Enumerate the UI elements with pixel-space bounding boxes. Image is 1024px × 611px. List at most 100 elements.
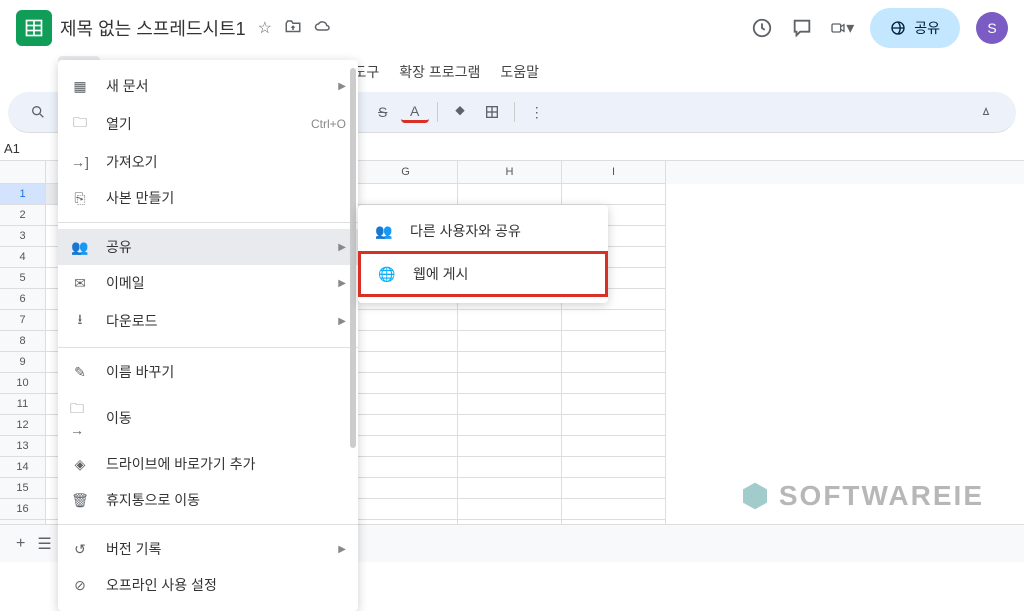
row-header[interactable]: 5: [0, 268, 46, 289]
row-header[interactable]: 15: [0, 478, 46, 499]
menu-item[interactable]: ⎘ 사본 만들기: [58, 180, 358, 216]
borders-button[interactable]: [478, 98, 506, 126]
cloud-status-icon[interactable]: [314, 18, 332, 38]
cell[interactable]: [562, 310, 666, 331]
menu-item-label: 오프라인 사용 설정: [106, 575, 346, 595]
row-header[interactable]: 13: [0, 436, 46, 457]
cell[interactable]: [458, 184, 562, 205]
menu-item-label: 다운로드: [106, 311, 322, 331]
menu-help[interactable]: 도움말: [492, 56, 547, 88]
cell[interactable]: [562, 415, 666, 436]
row-header[interactable]: 4: [0, 247, 46, 268]
cell[interactable]: [562, 352, 666, 373]
cell[interactable]: [458, 394, 562, 415]
menu-item-label: 가져오기: [106, 152, 346, 172]
comment-icon[interactable]: [790, 16, 814, 40]
cell[interactable]: [354, 310, 458, 331]
menu-item[interactable]: ✎ 이름 바꾸기: [58, 354, 358, 390]
column-header[interactable]: H: [458, 161, 562, 184]
row-header[interactable]: 6: [0, 289, 46, 310]
row-header[interactable]: 7: [0, 310, 46, 331]
add-sheet-button[interactable]: +: [16, 535, 25, 553]
menu-item[interactable]: ⊘ 오프라인 사용 설정: [58, 567, 358, 603]
menu-item[interactable]: 👥 공유 ▶: [58, 229, 358, 265]
more-toolbar-button[interactable]: ⋮: [523, 98, 551, 126]
cell[interactable]: [354, 373, 458, 394]
submenu-item[interactable]: 👥 다른 사용자와 공유: [358, 211, 608, 251]
menu-item-label: 사본 만들기: [106, 188, 346, 208]
select-all-corner[interactable]: [0, 161, 46, 184]
cell[interactable]: [562, 184, 666, 205]
move-to-folder-icon[interactable]: [284, 18, 302, 38]
row-header[interactable]: 11: [0, 394, 46, 415]
history-icon[interactable]: [750, 16, 774, 40]
column-header[interactable]: G: [354, 161, 458, 184]
star-icon[interactable]: ☆: [258, 18, 272, 38]
cell[interactable]: [458, 352, 562, 373]
menu-extensions[interactable]: 확장 프로그램: [391, 56, 488, 88]
menu-item[interactable]: ⭳ 다운로드 ▶: [58, 301, 358, 341]
fill-color-button[interactable]: [446, 98, 474, 126]
cell[interactable]: [458, 457, 562, 478]
row-header[interactable]: 10: [0, 373, 46, 394]
cell[interactable]: [562, 394, 666, 415]
cell[interactable]: [458, 373, 562, 394]
cell[interactable]: [458, 415, 562, 436]
search-icon[interactable]: [24, 98, 52, 126]
text-color-button[interactable]: A: [401, 101, 429, 123]
menu-item[interactable]: 🗀→ 이동: [58, 390, 358, 446]
menu-item[interactable]: 🗑 휴지통으로 이동: [58, 482, 358, 518]
cell[interactable]: [354, 457, 458, 478]
strikethrough-button[interactable]: S: [369, 98, 397, 126]
dropdown-scrollbar[interactable]: [350, 68, 356, 448]
row-header[interactable]: 16: [0, 499, 46, 520]
submenu-item[interactable]: 🌐 웹에 게시: [358, 251, 608, 297]
column-header[interactable]: I: [562, 161, 666, 184]
import-icon: →]: [70, 154, 90, 170]
rename-icon: ✎: [70, 364, 90, 381]
cell[interactable]: [458, 478, 562, 499]
cell[interactable]: [354, 394, 458, 415]
document-title[interactable]: 제목 없는 스프레드시트1: [60, 15, 246, 41]
menu-item[interactable]: ◈ 드라이브에 바로가기 추가: [58, 446, 358, 482]
menu-item[interactable]: →] 가져오기: [58, 144, 358, 180]
row-header[interactable]: 12: [0, 415, 46, 436]
cell[interactable]: [562, 499, 666, 520]
menu-item-label: 이름 바꾸기: [106, 362, 346, 382]
row-header[interactable]: 2: [0, 205, 46, 226]
cell[interactable]: [354, 478, 458, 499]
row-header[interactable]: 1: [0, 184, 46, 205]
cell[interactable]: [562, 331, 666, 352]
cell[interactable]: [354, 352, 458, 373]
cell[interactable]: [354, 415, 458, 436]
cell[interactable]: [458, 310, 562, 331]
meet-icon[interactable]: ▾: [830, 16, 854, 40]
menu-item[interactable]: 🗀 열기 Ctrl+O: [58, 104, 358, 144]
row-header[interactable]: 3: [0, 226, 46, 247]
row-header[interactable]: 9: [0, 352, 46, 373]
cell[interactable]: [562, 436, 666, 457]
menu-item[interactable]: ✉ 이메일 ▶: [58, 265, 358, 301]
menu-item[interactable]: ▦ 새 문서 ▶: [58, 68, 358, 104]
cell[interactable]: [354, 331, 458, 352]
cell[interactable]: [354, 436, 458, 457]
row-header[interactable]: 8: [0, 331, 46, 352]
user-avatar[interactable]: S: [976, 12, 1008, 44]
cell[interactable]: [562, 478, 666, 499]
all-sheets-button[interactable]: ☰: [37, 534, 51, 554]
cell[interactable]: [354, 499, 458, 520]
copy-icon: ⎘: [70, 190, 90, 207]
cell[interactable]: [458, 331, 562, 352]
sheets-logo[interactable]: [16, 10, 52, 46]
menu-item-label: 공유: [106, 237, 322, 257]
cell[interactable]: [562, 373, 666, 394]
offline-icon: ⊘: [70, 577, 90, 594]
cell[interactable]: [562, 457, 666, 478]
share-button[interactable]: 공유: [870, 8, 960, 48]
cell[interactable]: [458, 436, 562, 457]
cell[interactable]: [458, 499, 562, 520]
cell[interactable]: [354, 184, 458, 205]
name-box[interactable]: A1: [0, 137, 46, 160]
collapse-toolbar-button[interactable]: ㅿ: [972, 98, 1000, 126]
row-header[interactable]: 14: [0, 457, 46, 478]
